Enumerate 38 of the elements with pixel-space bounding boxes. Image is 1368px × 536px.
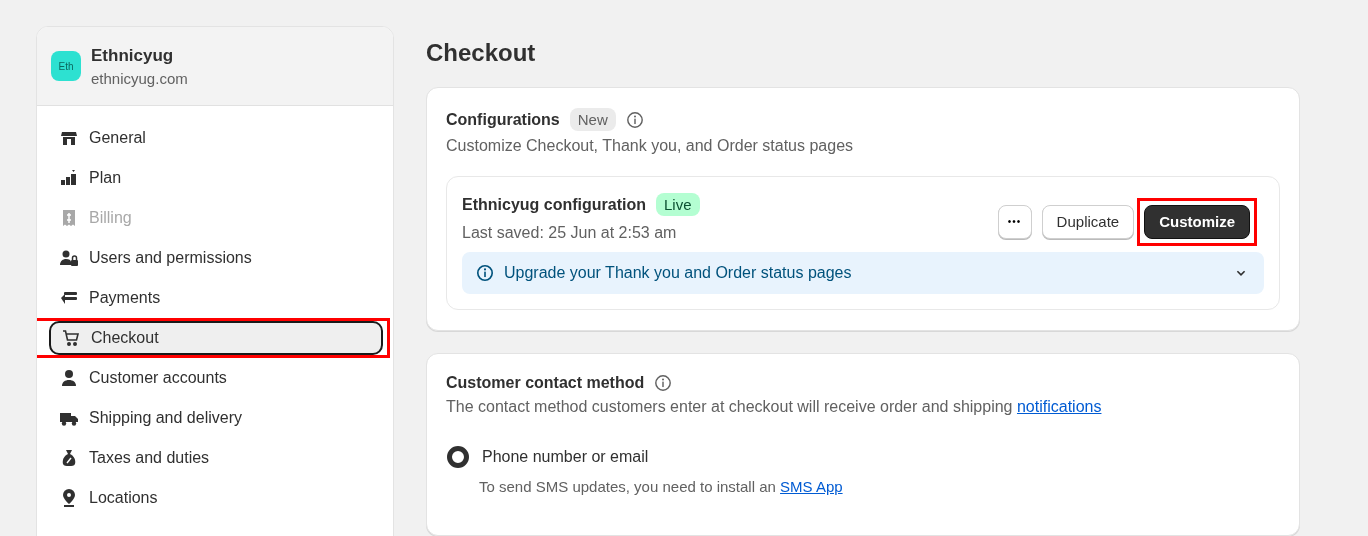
status-badge: Live bbox=[656, 193, 700, 216]
sidebar-item[interactable]: Checkout bbox=[49, 321, 383, 355]
notifications-link[interactable]: notifications bbox=[1016, 398, 1102, 415]
section-title: Configurations bbox=[446, 110, 560, 129]
sidebar-item[interactable]: Locations bbox=[49, 481, 383, 515]
sidebar-item[interactable]: Payments bbox=[49, 281, 383, 315]
section-description: Customize Checkout, Thank you, and Order status pages bbox=[446, 137, 855, 155]
page-title: Checkout bbox=[426, 39, 537, 67]
store-domain: ethnicyug.com bbox=[91, 69, 188, 87]
sidebar-item[interactable]: Customer accounts bbox=[49, 361, 383, 395]
option-label: Phone number or email bbox=[482, 448, 649, 466]
sidebar-item[interactable]: Shipping and delivery bbox=[49, 401, 383, 435]
info-icon[interactable] bbox=[654, 374, 673, 392]
more-actions-button[interactable]: ••• bbox=[997, 204, 1032, 239]
info-icon[interactable] bbox=[625, 110, 644, 129]
sms-app-link[interactable]: SMS App bbox=[780, 478, 843, 495]
banner-text: Upgrade your Thank you and Order status pages bbox=[504, 264, 853, 282]
store-avatar: Eth bbox=[51, 51, 81, 81]
radio-button[interactable] bbox=[447, 446, 469, 468]
section-description: The contact method customers enter at checkout will receive order and shipping notifications bbox=[446, 398, 1103, 416]
section-title: Customer contact method bbox=[446, 374, 645, 392]
sidebar-item[interactable]: General bbox=[49, 121, 383, 155]
new-badge: New bbox=[569, 108, 616, 131]
cart-icon bbox=[61, 328, 81, 348]
upgrade-banner[interactable]: Upgrade your Thank you and Order status pages bbox=[462, 252, 1264, 294]
steps-icon bbox=[59, 168, 79, 188]
sidebar-item[interactable]: Plan bbox=[49, 161, 383, 195]
sidebar-item[interactable]: Taxes and duties bbox=[49, 441, 383, 475]
customize-button[interactable]: Customize bbox=[1144, 204, 1250, 239]
duplicate-button[interactable]: Duplicate bbox=[1041, 204, 1135, 239]
info-icon bbox=[476, 264, 494, 282]
store-name: Ethnicyug bbox=[91, 45, 175, 66]
last-saved-text: Last saved: 25 Jun at 2:53 am bbox=[462, 224, 678, 242]
person-icon bbox=[59, 368, 79, 388]
configuration-name: Ethnicyug configuration bbox=[462, 195, 646, 214]
user-lock-icon bbox=[59, 248, 79, 268]
sidebar-item[interactable]: Users and permissions bbox=[49, 241, 383, 275]
help-text: To send SMS updates, you need to install an SMS App bbox=[479, 478, 844, 495]
